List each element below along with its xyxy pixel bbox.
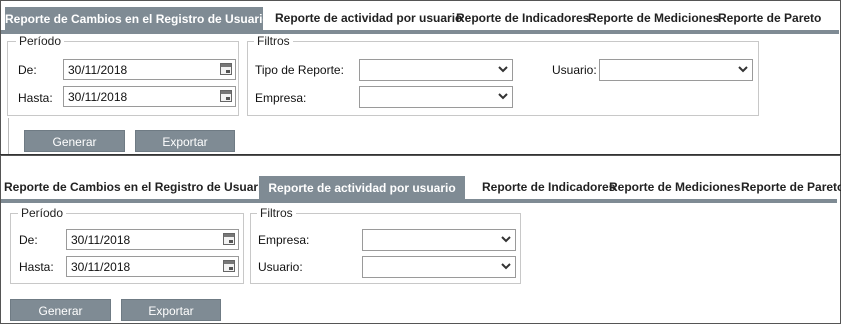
hasta-label: Hasta: bbox=[19, 260, 54, 274]
usuario-select[interactable] bbox=[362, 256, 516, 278]
tab-actividad-por-usuario[interactable]: Reporte de actividad por usuario bbox=[275, 7, 462, 29]
periodo-legend: Período bbox=[18, 206, 67, 220]
tab-underline bbox=[1, 30, 839, 34]
report-tab-bar: Reporte de Cambios en el Registro de Usu… bbox=[1, 176, 841, 203]
chevron-down-icon bbox=[497, 63, 509, 75]
chevron-down-icon bbox=[500, 233, 512, 245]
filtros-group: Filtros Tipo de Reporte: Empresa: Usuari… bbox=[247, 34, 759, 116]
generar-button[interactable]: Generar bbox=[24, 130, 125, 152]
tab-indicadores[interactable]: Reporte de Indicadores bbox=[456, 7, 589, 29]
periodo-group: Período De: 30/11/2018 Hasta: 30/11/2018 bbox=[10, 206, 244, 284]
filtros-group: Filtros Empresa: Usuario: bbox=[250, 206, 521, 284]
usuario-select[interactable] bbox=[599, 59, 753, 81]
filtros-legend: Filtros bbox=[254, 34, 293, 48]
tipo-reporte-label: Tipo de Reporte: bbox=[255, 63, 344, 77]
tab-mediciones[interactable]: Reporte de Mediciones bbox=[609, 176, 740, 198]
empresa-label: Empresa: bbox=[258, 233, 310, 247]
de-date-input[interactable]: 30/11/2018 bbox=[63, 59, 236, 80]
exportar-button[interactable]: Exportar bbox=[135, 130, 235, 152]
hasta-label: Hasta: bbox=[18, 91, 53, 105]
de-date-input[interactable]: 30/11/2018 bbox=[66, 229, 239, 250]
usuario-label: Usuario: bbox=[258, 260, 303, 274]
report-tab-bar: Reporte de Cambios en el Registro de Usu… bbox=[1, 7, 839, 34]
tab-indicadores[interactable]: Reporte de Indicadores bbox=[482, 176, 615, 198]
filtros-legend: Filtros bbox=[257, 206, 296, 220]
chevron-down-icon bbox=[737, 63, 749, 75]
calendar-icon[interactable] bbox=[223, 260, 235, 272]
usuario-label: Usuario: bbox=[552, 63, 597, 77]
tab-pareto[interactable]: Reporte de Pareto bbox=[741, 176, 841, 198]
report-panel-user-registry-changes: Reporte de Cambios en el Registro de Usu… bbox=[0, 0, 841, 156]
tab-mediciones[interactable]: Reporte de Mediciones bbox=[588, 7, 719, 29]
calendar-icon[interactable] bbox=[220, 63, 232, 75]
periodo-group: Período De: 30/11/2018 Hasta: 30/11/2018 bbox=[7, 34, 239, 116]
empresa-select[interactable] bbox=[362, 229, 516, 251]
tab-cambios-registro-usuario[interactable]: Reporte de Cambios en el Registro de Usu… bbox=[5, 7, 270, 31]
de-label: De: bbox=[19, 233, 38, 247]
tab-actividad-por-usuario[interactable]: Reporte de actividad por usuario bbox=[259, 176, 465, 200]
de-label: De: bbox=[18, 63, 37, 77]
chevron-down-icon bbox=[497, 90, 509, 102]
tab-underline bbox=[1, 199, 837, 203]
generar-button[interactable]: Generar bbox=[10, 299, 111, 321]
empresa-label: Empresa: bbox=[255, 91, 307, 105]
hasta-date-value: 30/11/2018 bbox=[68, 90, 128, 104]
de-date-value: 30/11/2018 bbox=[71, 233, 131, 247]
periodo-legend: Período bbox=[16, 34, 65, 48]
chevron-down-icon bbox=[500, 260, 512, 272]
tab-pareto[interactable]: Reporte de Pareto bbox=[718, 7, 821, 29]
calendar-icon[interactable] bbox=[223, 233, 235, 245]
de-date-value: 30/11/2018 bbox=[68, 63, 128, 77]
hasta-date-input[interactable]: 30/11/2018 bbox=[66, 256, 239, 277]
calendar-icon[interactable] bbox=[220, 90, 232, 102]
exportar-button[interactable]: Exportar bbox=[121, 299, 221, 321]
tab-cambios-registro-usuario[interactable]: Reporte de Cambios en el Registro de Usu… bbox=[4, 176, 269, 198]
hasta-date-input[interactable]: 30/11/2018 bbox=[63, 86, 236, 107]
left-edge-strip bbox=[1, 118, 9, 156]
empresa-select[interactable] bbox=[359, 86, 513, 108]
report-panel-user-activity: Reporte de Cambios en el Registro de Usu… bbox=[0, 155, 841, 324]
tipo-reporte-select[interactable] bbox=[359, 59, 513, 81]
hasta-date-value: 30/11/2018 bbox=[71, 260, 131, 274]
